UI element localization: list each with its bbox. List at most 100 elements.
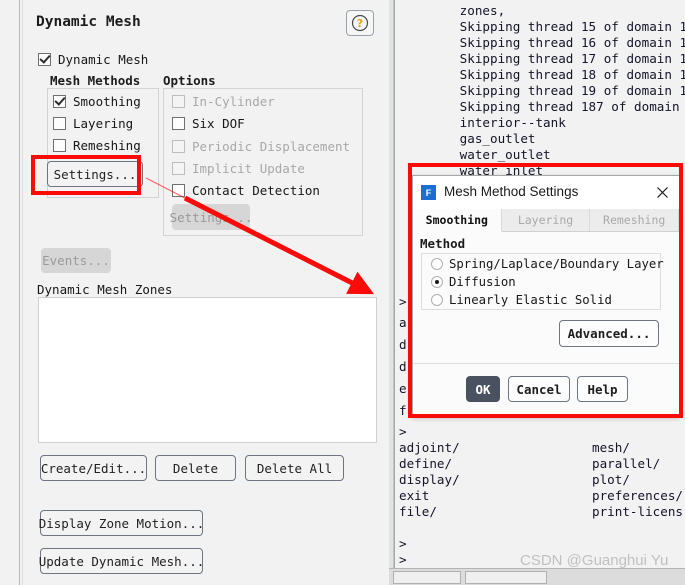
tab-layering[interactable]: Layering [501,209,591,231]
checkbox-box [172,117,185,130]
close-button[interactable] [651,182,673,203]
display-zone-motion-button[interactable]: Display Zone Motion... [39,510,204,536]
events-button: Events... [41,248,111,273]
console-line-occluded: a [399,315,407,330]
console-cmd-item: adjoint/ [399,440,460,455]
checkbox-in-cylinder[interactable]: In-Cylinder [172,94,275,109]
zones-list-label: Dynamic Mesh Zones [37,282,173,297]
checkbox-layering[interactable]: Layering [53,116,133,131]
console-cmd-item: mesh/ [592,440,630,455]
console-cmd-item: define/ [399,456,453,471]
radio-dot [431,276,443,288]
checkbox-box [53,117,66,130]
fluent-dynamic-mesh-screen: Dynamic Mesh ? Dynamic Mesh Mesh Methods… [0,0,685,585]
dynamic-mesh-zones-list[interactable] [38,297,377,443]
dialog-tabs: Smoothing Layering Remeshing [413,209,680,232]
update-dynamic-mesh-button[interactable]: Update Dynamic Mesh... [39,548,204,574]
dialog-body: Method Spring/Laplace/Boundary Layer Dif… [413,232,679,364]
checkbox-label: Implicit Update [192,161,305,176]
dynamic-mesh-task-panel: Dynamic Mesh ? Dynamic Mesh Mesh Methods… [0,0,389,585]
mesh-method-settings-dialog: F Mesh Method Settings Smoothing Layerin… [412,175,680,418]
radio-label: Diffusion [449,275,516,289]
console-line: zones, [399,3,506,18]
console-cmd-item: plot/ [592,472,630,487]
dialog-title: Mesh Method Settings [444,184,579,199]
console-line: Skipping thread 187 of domain 1 [399,99,685,114]
dialog-footer: OK Cancel Help [413,365,679,418]
console-line-occluded: e [399,381,407,396]
checkbox-box [172,162,185,175]
tab-remeshing[interactable]: Remeshing [590,209,680,231]
advanced-button[interactable]: Advanced... [559,320,659,347]
radio-dot [431,258,443,270]
checkbox-label: Six DOF [192,116,245,131]
statusbar-segment [393,571,461,584]
console-prompt: > [399,552,407,567]
mesh-methods-settings-button[interactable]: Settings... [47,161,143,187]
help-button[interactable]: ? [346,10,374,36]
console-prompt: > [399,424,407,439]
method-group-label: Method [420,236,466,251]
checkbox-label: Periodic Displacement [192,139,351,154]
checkbox-label: Dynamic Mesh [58,52,149,67]
console-line: Skipping thread 16 of domain 1 [399,35,685,50]
checkbox-box [38,53,51,66]
svg-text:?: ? [357,17,363,30]
console-line: Skipping thread 15 of domain 1 [399,19,685,34]
checkbox-six-dof[interactable]: Six DOF [172,116,245,131]
page-title: Dynamic Mesh [36,14,141,30]
console-cmd-item: file/ [399,504,437,519]
checkbox-periodic-displacement[interactable]: Periodic Displacement [172,139,350,154]
console-prompt: > [399,536,407,551]
question-mark-icon: ? [351,14,369,32]
create-edit-button[interactable]: Create/Edit... [40,455,147,481]
console-line-occluded: d [399,359,407,374]
checkbox-label: Remeshing [73,138,141,153]
checkbox-remeshing[interactable]: Remeshing [53,138,141,153]
delete-button[interactable]: Delete [155,455,236,481]
console-line: Skipping thread 17 of domain 1 [399,51,685,66]
fluent-app-icon: F [421,185,436,200]
checkbox-label: Contact Detection [192,183,320,198]
cancel-button[interactable]: Cancel [508,376,570,402]
console-line: water_outlet [399,147,551,162]
checkbox-box [53,95,66,108]
console-cmd-item: print-licens [592,504,683,519]
watermark: CSDN @Guanghui Yu [520,552,669,569]
checkbox-label: Smoothing [73,94,141,109]
console-line: interior--tank [399,115,566,130]
mesh-methods-title: Mesh Methods [50,73,141,88]
radio-label: Spring/Laplace/Boundary Layer [449,257,664,271]
checkbox-implicit-update[interactable]: Implicit Update [172,161,305,176]
ok-button[interactable]: OK [466,376,500,402]
panel-divider [19,0,20,585]
radio-spring-laplace-boundary-layer[interactable]: Spring/Laplace/Boundary Layer [431,257,664,271]
console-line: Skipping thread 19 of domain 1 [399,83,685,98]
checkbox-box [172,140,185,153]
help-button-dialog[interactable]: Help [577,376,628,402]
radio-linearly-elastic-solid[interactable]: Linearly Elastic Solid [431,293,612,307]
checkbox-box [172,184,185,197]
panel-divider-light [22,0,23,585]
console-cmd-item: exit [399,488,430,503]
close-icon [656,187,668,198]
console-line: gas_outlet [399,131,536,146]
options-settings-button: Settings... [170,204,252,230]
console-cmd-item: preferences/ [592,488,683,503]
delete-all-button[interactable]: Delete All [245,455,344,481]
checkbox-box [53,139,66,152]
console-cmd-item: parallel/ [592,456,661,471]
checkbox-label: In-Cylinder [192,94,275,109]
options-title: Options [163,73,216,88]
dialog-titlebar: F Mesh Method Settings [413,176,679,209]
console-line-occluded: d [399,337,407,352]
checkbox-label: Layering [73,116,134,131]
checkbox-smoothing[interactable]: Smoothing [53,94,141,109]
radio-diffusion[interactable]: Diffusion [431,275,516,289]
checkbox-contact-detection[interactable]: Contact Detection [172,183,320,198]
checkbox-dynamic-mesh[interactable]: Dynamic Mesh [38,52,148,67]
tab-smoothing[interactable]: Smoothing [413,209,502,232]
checkbox-box [172,95,185,108]
statusbar-segment [465,571,547,584]
radio-label: Linearly Elastic Solid [449,293,612,307]
